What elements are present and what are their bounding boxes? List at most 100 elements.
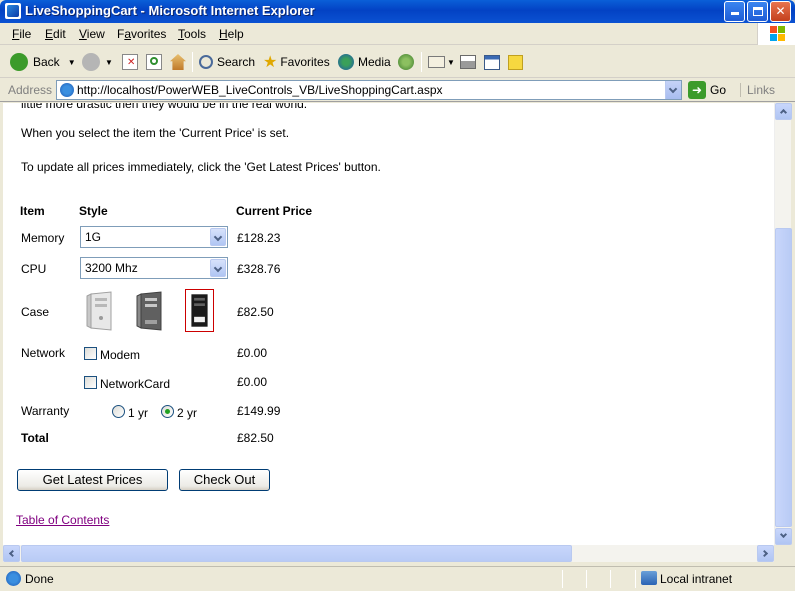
chevron-left-icon (8, 549, 17, 558)
menu-help[interactable]: Help (219, 27, 244, 41)
menu-favorites[interactable]: Favorites (117, 27, 166, 41)
warranty-2yr-label[interactable]: 2 yr (177, 406, 197, 420)
intro-text-cut: little more drastic then they would be i… (21, 103, 308, 111)
back-arrow-icon (10, 53, 28, 71)
toolbar-separator (421, 52, 422, 72)
back-dropdown-icon[interactable]: ▼ (68, 58, 76, 67)
modem-label[interactable]: Modem (100, 348, 140, 362)
favorites-button[interactable]: ★ Favorites (263, 51, 330, 73)
scroll-right-button[interactable] (757, 545, 774, 562)
forward-arrow-icon (82, 53, 100, 71)
minimize-button[interactable] (724, 1, 745, 22)
header-style: Style (79, 204, 108, 218)
warranty-price: £149.99 (237, 404, 281, 418)
chevron-down-icon (779, 530, 788, 539)
warranty-label: Warranty (21, 404, 70, 418)
address-dropdown-button[interactable] (665, 81, 681, 99)
note-icon (508, 54, 523, 70)
black-tower-pc-icon (191, 294, 208, 327)
window-title: LiveShoppingCart - Microsoft Internet Ex… (25, 3, 315, 18)
scroll-left-button[interactable] (3, 545, 20, 562)
scrollbar-corner (774, 545, 791, 562)
menu-tools[interactable]: Tools (178, 27, 206, 41)
links-button[interactable]: Links (740, 83, 775, 97)
menu-file[interactable]: File (12, 27, 31, 41)
intro-text-3: To update all prices immediately, click … (21, 160, 381, 174)
total-price: £82.50 (237, 431, 274, 445)
refresh-button[interactable] (146, 51, 162, 73)
edit-button[interactable] (484, 51, 500, 73)
print-icon (460, 55, 476, 69)
cpu-select[interactable]: 3200 Mhz (80, 257, 228, 279)
local-intranet-icon (641, 571, 657, 585)
forward-button[interactable]: ▼ (82, 51, 113, 73)
network-card-checkbox[interactable] (84, 376, 97, 389)
cpu-select-arrow[interactable] (210, 259, 226, 277)
get-latest-prices-button[interactable]: Get Latest Prices (17, 469, 168, 491)
case-option-white[interactable] (85, 290, 115, 332)
chevron-down-icon (213, 232, 223, 242)
warranty-1yr-label[interactable]: 1 yr (128, 406, 148, 420)
horizontal-scrollbar[interactable] (3, 545, 774, 562)
vertical-scrollbar[interactable] (774, 103, 792, 545)
edit-icon (484, 54, 500, 70)
chevron-down-icon (213, 263, 223, 273)
go-button[interactable]: ➜ Go (688, 81, 726, 99)
scroll-down-button[interactable] (775, 528, 792, 545)
refresh-icon (146, 54, 162, 70)
forward-dropdown-icon[interactable]: ▼ (105, 58, 113, 67)
cpu-select-value: 3200 Mhz (85, 261, 138, 275)
page-icon (60, 83, 74, 97)
status-divider (586, 570, 587, 588)
memory-select-arrow[interactable] (210, 228, 226, 246)
address-url[interactable]: http://localhost/PowerWEB_LiveControls_V… (77, 83, 443, 97)
windows-flag-icon (770, 26, 786, 42)
case-option-grey[interactable] (135, 290, 165, 332)
warranty-2yr-radio[interactable] (161, 405, 174, 418)
menu-bar: File Edit View Favorites Tools Help (0, 23, 795, 45)
media-icon (338, 54, 354, 70)
close-button[interactable]: ✕ (770, 1, 791, 22)
print-button[interactable] (460, 51, 476, 73)
maximize-button[interactable] (747, 1, 768, 22)
mail-button[interactable]: ▼ (428, 51, 455, 73)
modem-checkbox[interactable] (84, 347, 97, 360)
case-option-black-selected[interactable] (185, 289, 214, 332)
intro-text-2: When you select the item the 'Current Pr… (21, 126, 290, 140)
star-icon: ★ (263, 54, 278, 71)
scroll-up-button[interactable] (775, 103, 792, 120)
memory-select-value: 1G (85, 230, 102, 244)
header-item: Item (20, 204, 45, 218)
cpu-label: CPU (21, 262, 47, 276)
case-price: £82.50 (237, 305, 274, 319)
stop-button[interactable]: ✕ (122, 51, 138, 73)
mail-dropdown-icon[interactable]: ▼ (447, 58, 455, 67)
case-label: Case (21, 305, 50, 319)
warranty-1yr-radio[interactable] (112, 405, 125, 418)
network-card-price: £0.00 (237, 375, 268, 389)
back-button[interactable]: Back ▼ (10, 51, 76, 73)
address-input[interactable]: http://localhost/PowerWEB_LiveControls_V… (56, 80, 682, 100)
history-icon (398, 54, 414, 70)
vertical-scroll-thumb[interactable] (775, 228, 792, 527)
security-zone: Local intranet (660, 572, 733, 586)
ie-icon (5, 3, 21, 19)
close-icon: ✕ (775, 4, 786, 18)
maximize-icon (752, 7, 763, 16)
go-arrow-icon: ➜ (688, 81, 706, 99)
memory-select[interactable]: 1G (80, 226, 228, 248)
menu-edit[interactable]: Edit (45, 27, 66, 41)
horizontal-scroll-thumb[interactable] (21, 545, 572, 562)
header-current-price: Current Price (236, 204, 313, 218)
table-of-contents-link[interactable]: Table of Contents (16, 513, 109, 527)
search-button[interactable]: Search (199, 51, 255, 73)
check-out-button[interactable]: Check Out (179, 469, 270, 491)
network-card-label[interactable]: NetworkCard (100, 377, 170, 391)
home-button[interactable] (170, 51, 186, 73)
history-button[interactable] (398, 51, 419, 73)
messenger-button[interactable] (508, 51, 523, 73)
media-button[interactable]: Media (338, 51, 391, 73)
page-done-icon (6, 571, 21, 586)
address-label: Address (8, 83, 53, 97)
menu-view[interactable]: View (79, 27, 105, 41)
